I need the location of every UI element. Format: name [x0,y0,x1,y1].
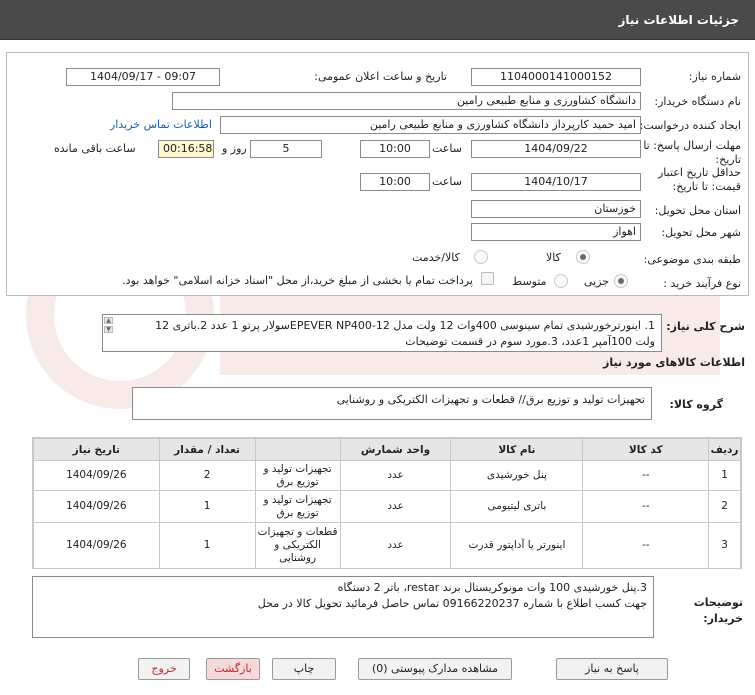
row-qty: 1 [158,522,256,569]
category-label: طبقه بندی موضوعی: [643,253,741,266]
col-qty: تعداد / مقدار [158,438,256,461]
back-button[interactable]: بازگشت [206,658,260,680]
page-header: جزئیات اطلاعات نیاز [0,0,755,40]
process-option-medium: متوسط [512,275,547,288]
province-label: استان محل تحویل: [654,204,741,217]
row-group: قطعات و تجهیزات الکتریکی و روشنایی [254,522,341,569]
row-index: 2 [708,490,741,523]
need-summary-label: شرح کلی نیاز: [666,320,745,333]
page-title: جزئیات اطلاعات نیاز [618,13,739,27]
process-option-minor: جزیی [584,275,610,288]
row-group: تجهیزات تولید و توزیع برق [254,490,341,523]
row-code: -- [582,490,710,523]
row-qty: 1 [158,490,256,523]
view-attachments-button[interactable]: مشاهده مدارک پیوستی (0) [358,658,512,680]
col-date: تاریخ نیاز [33,438,160,461]
row-date: 1404/09/26 [33,460,160,491]
reply-time-label: ساعت [432,142,462,155]
buyer-notes-line-2: جهت کسب اطلاع با شماره 09166220237 تماس … [257,597,647,610]
goods-group-field[interactable]: تجهیزات تولید و توزیع برق// قطعات و تجهی… [132,387,652,420]
province-field[interactable]: خوزستان [471,200,641,218]
city-field[interactable]: اهواز [471,223,641,241]
table-row: 1 -- پنل خورشیدی عدد تجهیزات تولید و توز… [33,460,741,491]
category-radio-goods[interactable] [576,250,590,264]
category-option-goods-service: کالا/خدمت [412,251,460,264]
process-radio-minor[interactable] [614,274,628,288]
category-radio-goods-service[interactable] [474,250,488,264]
need-number-field[interactable]: 1104000141000152 [471,68,641,86]
validity-label: حداقل تاریخ اعتبار [657,166,741,179]
row-qty: 2 [158,460,256,491]
need-summary-box[interactable]: 1. اینورترخورشیدی تمام سینوسی 400وات 12 … [102,314,662,352]
buyer-notes-label: توضیحات [693,596,743,609]
scroll-up-arrow[interactable]: ▲ [104,317,113,324]
payment-note: پرداخت تمام یا بخشی از مبلغ خرید،از محل … [122,274,473,287]
remaining-label: ساعت باقی مانده [54,142,136,155]
buyer-notes-line-1: 3.پنل خورشیدی 100 وات مونوکریستال برند r… [337,581,647,594]
row-name: اینورتر یا آداپتور قدرت [450,522,584,569]
days-label: روز و [222,142,247,155]
row-unit: عدد [339,460,452,491]
row-unit: عدد [339,490,452,523]
treasury-checkbox[interactable] [481,272,494,285]
buyer-notes-label-2: خریدار: [703,612,743,625]
goods-group-label: گروه کالا: [669,398,723,411]
reply-button[interactable]: پاسخ به نیاز [556,658,668,680]
table-row: 2 -- باتری لیتیومی عدد تجهیزات تولید و ت… [33,490,741,523]
days-field[interactable]: 5 [250,140,322,158]
buyer-org-field[interactable]: دانشگاه کشاورزی و منابع طبیعی رامین [172,92,641,110]
col-group [254,438,341,461]
buyer-org-label: نام دستگاه خریدار: [654,95,741,108]
row-unit: عدد [339,522,452,569]
city-label: شهر محل تحویل: [661,226,741,239]
need-summary-line-2: ولت 100آمپر 1عدد، 3.مورد سوم در قسمت توض… [405,335,655,348]
col-name: نام کالا [450,438,584,461]
scroll-down-arrow[interactable]: ▼ [104,326,113,333]
row-date: 1404/09/26 [33,522,160,569]
buyer-contact-link[interactable]: اطلاعات تماس خریدار [110,118,212,131]
requester-field[interactable]: امید حمید کارپرداز دانشگاه کشاورزی و منا… [220,116,641,134]
col-index: ردیف [708,438,741,461]
validity-date-field[interactable]: 1404/10/17 [471,173,641,191]
row-name: پنل خورشیدی [450,460,584,491]
announce-label: تاریخ و ساعت اعلان عمومی: [314,70,447,83]
row-code: -- [582,522,710,569]
print-button[interactable]: چاپ [272,658,336,680]
goods-section-title: اطلاعات کالاهای مورد نیاز [603,356,745,369]
goods-table-header: ردیف کد کالا نام کالا واحد شمارش تعداد /… [33,438,741,461]
validity-label-2: قیمت: تا تاریخ: [672,180,741,193]
need-number-label: شماره نیاز: [688,70,741,83]
col-code: کد کالا [582,438,710,461]
buyer-notes-box[interactable]: 3.پنل خورشیدی 100 وات مونوکریستال برند r… [32,576,654,638]
validity-time-field[interactable]: 10:00 [360,173,430,191]
reply-date-field[interactable]: 1404/09/22 [471,140,641,158]
reply-time-field[interactable]: 10:00 [360,140,430,158]
need-summary-line-1: 1. اینورترخورشیدی تمام سینوسی 400وات 12 … [155,319,655,332]
process-label: نوع فرآیند خرید : [663,277,741,290]
reply-deadline-label: مهلت ارسال پاسخ: تا [643,139,741,152]
row-index: 3 [708,522,741,569]
announce-field[interactable]: 1404/09/17 - 09:07 [66,68,220,86]
countdown-field: 00:16:58 [158,140,214,158]
validity-time-label: ساعت [432,175,462,188]
row-code: -- [582,460,710,491]
row-index: 1 [708,460,741,491]
table-row: 3 -- اینورتر یا آداپتور قدرت عدد قطعات و… [33,522,741,569]
category-option-goods: کالا [546,251,561,264]
exit-button[interactable]: خروج [138,658,190,680]
row-name: باتری لیتیومی [450,490,584,523]
reply-deadline-label-2: تاریخ: [715,153,741,166]
row-group: تجهیزات تولید و توزیع برق [254,460,341,491]
requester-label: ایجاد کننده درخواست: [639,119,741,132]
row-date: 1404/09/26 [33,490,160,523]
process-radio-medium[interactable] [554,274,568,288]
col-unit: واحد شمارش [339,438,452,461]
goods-table: ردیف کد کالا نام کالا واحد شمارش تعداد /… [32,437,742,569]
